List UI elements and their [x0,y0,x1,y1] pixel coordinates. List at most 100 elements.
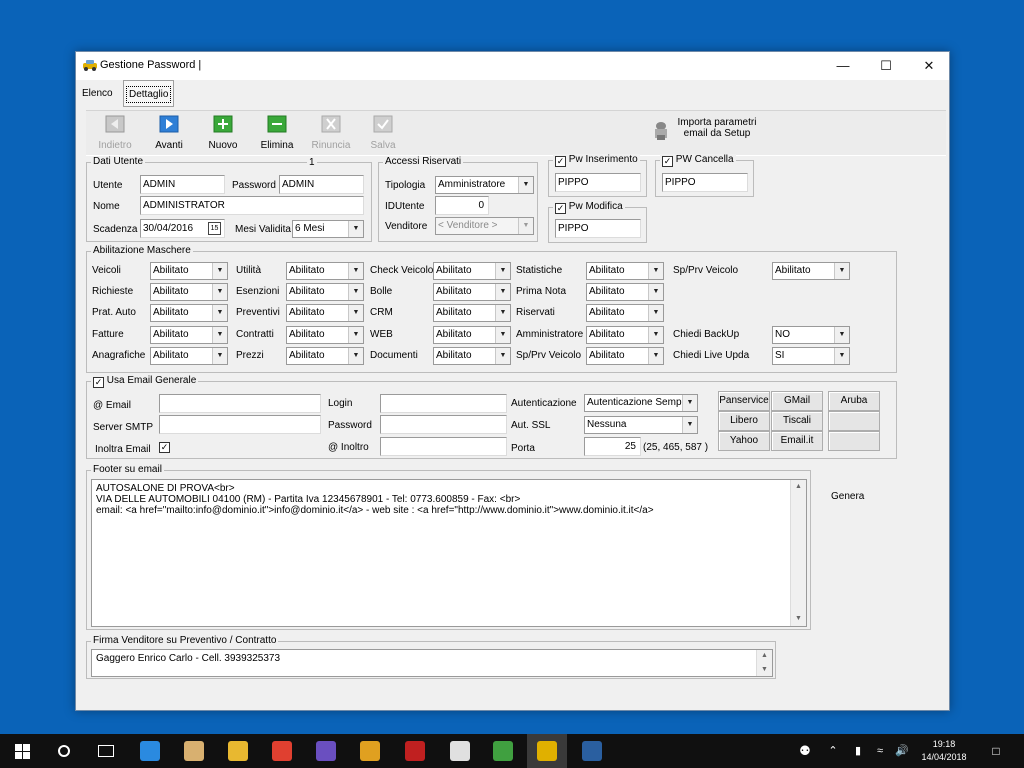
chiedi-live-update-select[interactable]: SI ▼ [772,347,850,365]
utilit-select[interactable]: Abilitato ▼ [286,262,364,280]
pw-cancella-legend[interactable]: ✓ PW Cancella [660,154,736,167]
clock[interactable]: 19:18 14/04/2018 [914,734,974,768]
notifications-icon[interactable]: □ [984,734,1008,768]
nuovo-button[interactable]: Nuovo [197,114,249,151]
libero-button[interactable]: Libero [718,411,770,431]
bolle-select[interactable]: Abilitato ▼ [433,283,511,301]
pw-inserimento-field[interactable]: PIPPO [555,173,641,192]
pw-inserimento-checkbox[interactable]: ✓ [555,156,566,167]
gmail-button[interactable]: GMail [771,391,823,411]
mesi-validita-select[interactable]: 6 Mesi ▼ [292,220,364,238]
fatture-select[interactable]: Abilitato ▼ [150,326,228,344]
prima-nota-select[interactable]: Abilitato ▼ [586,283,664,301]
sp-prv-veicolo-right-select[interactable]: Abilitato ▼ [772,262,850,280]
usa-email-checkbox[interactable]: ✓ [93,377,104,388]
login-field[interactable] [380,394,507,413]
scroll-down-icon[interactable]: ▼ [791,612,806,626]
idutente-field[interactable]: 0 [435,196,489,215]
pw-inserimento-legend[interactable]: ✓ Pw Inserimento [553,154,640,167]
yahoo-button[interactable]: Yahoo [718,431,770,451]
photoshop-icon[interactable] [572,734,612,768]
utente-field[interactable]: ADMIN [140,175,225,194]
chiedi-backup-select[interactable]: NO ▼ [772,326,850,344]
calendar-icon[interactable]: 15 [208,222,221,235]
prat-auto-select[interactable]: Abilitato ▼ [150,304,228,322]
people-icon[interactable]: ⚉ [790,734,820,768]
riservati-select[interactable]: Abilitato ▼ [586,304,664,322]
close-button[interactable]: ✕ [909,52,949,80]
email-field[interactable] [159,394,321,413]
email-it-button[interactable]: Email.it [771,431,823,451]
tipologia-select[interactable]: Amministratore ▼ [435,176,534,194]
battery-icon[interactable]: ▮ [848,734,868,768]
crm-select[interactable]: Abilitato ▼ [433,304,511,322]
media-icon[interactable] [350,734,390,768]
indietro-button[interactable]: Indietro [89,114,141,151]
pw-cancella-field[interactable]: PIPPO [662,173,748,192]
folder-icon[interactable] [218,734,258,768]
venditore-select[interactable]: < Venditore > ▼ [435,217,534,235]
tiscali-button[interactable]: Tiscali [771,411,823,431]
scadenza-field[interactable]: 30/04/2016 15 [140,219,225,238]
pw-modifica-field[interactable]: PIPPO [555,219,641,238]
chevron-up-icon[interactable]: ⌃ [824,734,842,768]
edge-icon[interactable] [130,734,170,768]
pw-modifica-legend[interactable]: ✓ Pw Modifica [553,201,625,214]
autenticazione-select[interactable]: Autenticazione Semplic ▼ [584,394,698,412]
footer-textarea[interactable]: AUTOSALONE DI PROVA<br> VIA DELLE AUTOMO… [91,479,807,627]
inoltra-email-checkbox[interactable]: ✓ [159,442,170,453]
firma-textarea[interactable]: Gaggero Enrico Carlo - Cell. 3939325373 [91,649,773,677]
statistiche-select[interactable]: Abilitato ▼ [586,262,664,280]
pw-cancella-checkbox[interactable]: ✓ [662,156,673,167]
seven-zip-icon[interactable] [440,734,480,768]
richieste-select[interactable]: Abilitato ▼ [150,283,228,301]
wifi-icon[interactable]: ≈ [870,734,890,768]
task-view-icon[interactable] [86,734,126,768]
inoltro-field[interactable] [380,437,507,456]
empty-provider-button[interactable] [828,431,880,451]
footer-scrollbar[interactable]: ▲ ▼ [790,480,806,626]
prezzi-select[interactable]: Abilitato ▼ [286,347,364,365]
aruba-button[interactable]: Aruba [828,391,880,411]
scroll-up-icon[interactable]: ▲ [757,650,772,662]
password-field[interactable]: ADMIN [279,175,364,194]
empty-provider-button[interactable] [828,411,880,431]
web-select[interactable]: Abilitato ▼ [433,326,511,344]
pw-modifica-checkbox[interactable]: ✓ [555,203,566,214]
scroll-up-icon[interactable]: ▲ [791,480,806,494]
preventivi-select[interactable]: Abilitato ▼ [286,304,364,322]
panservice-button[interactable]: Panservice [718,391,770,411]
salva-button[interactable]: Salva [357,114,409,151]
check-veicolo-select[interactable]: Abilitato ▼ [433,262,511,280]
tab-dettaglio[interactable]: Dettaglio [123,80,175,107]
visual-studio-icon[interactable] [306,734,346,768]
veicoli-select[interactable]: Abilitato ▼ [150,262,228,280]
elimina-button[interactable]: Elimina [251,114,303,151]
filezilla-icon[interactable] [395,734,435,768]
amministratore-select[interactable]: Abilitato ▼ [586,326,664,344]
email-legend[interactable]: ✓ Usa Email Generale [91,375,199,388]
importa-parametri-button[interactable]: Importa parametri email da Setup [652,115,762,145]
maximize-button[interactable]: ☐ [866,52,906,80]
esenzioni-select[interactable]: Abilitato ▼ [286,283,364,301]
avanti-button[interactable]: Avanti [143,114,195,151]
sp-prv-veicolo-select[interactable]: Abilitato ▼ [586,347,664,365]
porta-field[interactable]: 25 [584,437,641,456]
minimize-button[interactable]: — [823,52,863,80]
email-password-field[interactable] [380,415,507,434]
genera-button[interactable]: Genera [831,491,864,502]
chrome-icon[interactable] [262,734,302,768]
scroll-down-icon[interactable]: ▼ [757,664,772,676]
smtp-field[interactable] [159,415,321,434]
documenti-select[interactable]: Abilitato ▼ [433,347,511,365]
puzzle-app-icon[interactable] [483,734,523,768]
windows-start-icon[interactable] [2,734,42,768]
car-app-icon[interactable] [527,734,567,768]
file-manager-icon[interactable] [174,734,214,768]
contratti-select[interactable]: Abilitato ▼ [286,326,364,344]
anagrafiche-select[interactable]: Abilitato ▼ [150,347,228,365]
ssl-select[interactable]: Nessuna ▼ [584,416,698,434]
volume-icon[interactable]: 🔊 [892,734,912,768]
rinuncia-button[interactable]: Rinuncia [305,114,357,151]
firma-scrollbar[interactable]: ▲ ▼ [756,650,772,676]
